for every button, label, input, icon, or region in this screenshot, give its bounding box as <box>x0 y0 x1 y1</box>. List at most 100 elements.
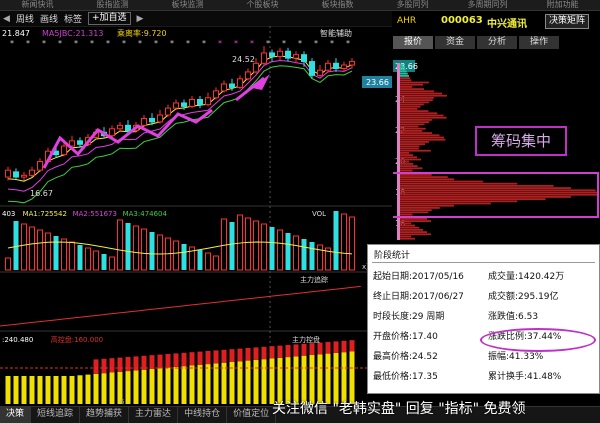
volume-bar <box>37 229 43 271</box>
star-marker: * <box>10 39 14 48</box>
control-bar-low <box>317 354 323 404</box>
control-bar-low <box>189 365 195 404</box>
volume-bar <box>125 223 131 270</box>
chip-bar <box>399 211 429 214</box>
control-bar-low <box>85 374 91 404</box>
candle <box>333 62 339 69</box>
control-bar-low <box>29 376 35 404</box>
chip-bar <box>399 209 432 211</box>
candle <box>349 61 355 66</box>
bottom-tab-3[interactable]: 主力雷达 <box>129 407 179 423</box>
panel4-legend-0: :240.480 <box>2 336 33 344</box>
chip-bar <box>399 156 418 159</box>
star-marker: * <box>266 39 270 48</box>
chip-bar <box>399 121 430 123</box>
label-tool[interactable]: 标签 <box>64 12 82 25</box>
tab-analysis[interactable]: 分析 <box>477 36 517 49</box>
volume-bar <box>229 222 235 270</box>
control-bar-low <box>301 355 307 404</box>
chip-bar <box>399 165 418 167</box>
kline-chart[interactable]: 21.847 MA5JBC:21.313 乘离率:9.720 智能辅助* * * * * * * *… <box>0 26 392 406</box>
prev-arrow-icon[interactable]: ◀ <box>3 14 10 24</box>
vol-ma-line <box>7 241 353 255</box>
chip-bar <box>399 112 438 115</box>
control-bar-high <box>277 345 283 358</box>
candle <box>325 62 331 71</box>
volume-bar <box>29 226 35 271</box>
topnav-item-0[interactable]: 新闻快讯 <box>0 0 75 10</box>
bottom-tab-2[interactable]: 趋势捕获 <box>80 407 130 423</box>
volume-bar <box>197 250 203 270</box>
control-bar-low <box>341 352 347 404</box>
volume-bar <box>341 213 347 271</box>
chip-bar <box>399 92 443 95</box>
tab-funds[interactable]: 资金 <box>435 36 475 49</box>
candle <box>181 102 187 107</box>
control-bar-low <box>125 371 131 404</box>
bottom-tab-4[interactable]: 中线持仓 <box>178 407 228 423</box>
volume-bar <box>205 252 211 271</box>
tab-quote[interactable]: 报价 <box>393 36 433 49</box>
control-bar-low <box>109 372 115 404</box>
topnav-item-1[interactable]: 股指监测 <box>75 0 150 10</box>
volume-bar <box>269 227 275 270</box>
panel4-label: 主力控盘 <box>292 335 320 344</box>
candle <box>277 50 283 57</box>
control-bar-low <box>285 357 291 404</box>
chip-bar <box>399 127 426 130</box>
star-marker: * <box>138 39 142 48</box>
draw-line-tool[interactable]: 画线 <box>40 12 58 25</box>
chip-bar <box>399 220 431 222</box>
chip-bar <box>399 86 413 88</box>
chip-bar <box>399 231 427 233</box>
control-bar-high <box>117 357 123 372</box>
volume-bar <box>69 241 75 271</box>
chart-toolbar: ◀ 周线 画线 标签 +加自选 ▶ <box>0 11 392 26</box>
chip-bar <box>399 176 448 178</box>
star-marker: * <box>314 39 318 48</box>
watermark-text: 关注微信 "老韩实盘" 回复 "指标" 免费领 <box>272 401 526 417</box>
next-arrow-icon[interactable]: ▶ <box>137 14 144 24</box>
bottom-tab-1[interactable]: 短线追踪 <box>31 407 81 423</box>
topnav-item-3[interactable]: 个股板块 <box>225 0 300 10</box>
star-marker: * <box>330 39 334 48</box>
period-weekly[interactable]: 周线 <box>16 12 34 25</box>
main-force-line <box>0 285 361 327</box>
candle <box>141 117 147 126</box>
topnav-item-2[interactable]: 板块监测 <box>150 0 225 10</box>
chip-bar <box>399 226 419 229</box>
control-bar-low <box>149 369 155 404</box>
chip-bar <box>399 143 426 145</box>
volume-bar <box>285 233 291 270</box>
chip-bar <box>399 163 414 165</box>
topnav-item-5[interactable]: 多股同列 <box>375 0 450 10</box>
topnav-item-7[interactable]: 附加功能 <box>525 0 600 10</box>
candle <box>157 114 163 123</box>
add-watchlist-button[interactable]: +加自选 <box>87 12 131 25</box>
star-marker: * <box>42 39 46 48</box>
volume-bar <box>45 232 51 271</box>
chip-bar <box>399 132 433 134</box>
tab-operation[interactable]: 操作 <box>519 36 559 49</box>
control-bar-low <box>101 373 107 404</box>
candle <box>149 117 155 123</box>
decision-matrix-button[interactable]: 决策矩阵 <box>545 14 590 29</box>
chip-bar <box>399 182 518 185</box>
bottom-tab-0[interactable]: 决策 <box>0 407 32 423</box>
vol-legend-1: MA1:725542 <box>23 210 67 218</box>
control-bar-high <box>317 342 323 355</box>
volume-bar <box>293 235 299 271</box>
candle <box>21 174 27 178</box>
topnav-item-4[interactable]: 板块指数 <box>300 0 375 10</box>
control-bar-high <box>229 349 235 362</box>
chip-bar <box>399 79 412 82</box>
star-marker: * <box>234 39 238 48</box>
topnav-item-6[interactable]: 多周期同列 <box>450 0 525 10</box>
control-bar-low <box>293 356 299 404</box>
volume-bar <box>101 254 107 270</box>
bottom-tab-5[interactable]: 价值定位 <box>227 407 277 423</box>
star-marker: * <box>58 39 62 48</box>
chip-bar <box>399 158 422 161</box>
control-bar-high <box>245 348 251 361</box>
candle <box>5 169 11 178</box>
